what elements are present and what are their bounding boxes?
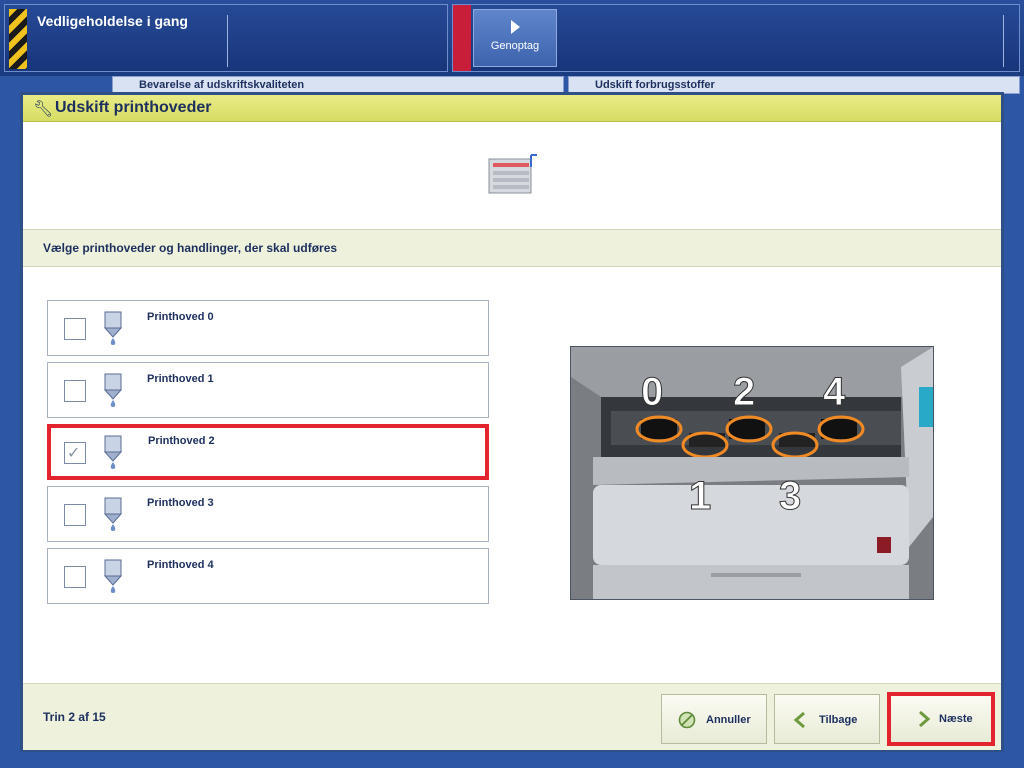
instruction-text: Vælge printhoveder og handlinger, der sk… [43, 241, 338, 255]
tab-replace-consumables-label: Udskift forbrugsstoffer [595, 79, 715, 91]
photo-label-1: 1 [689, 474, 711, 518]
printhead-row-0[interactable]: Printhoved 0 [47, 300, 489, 356]
printhead-icon [103, 373, 123, 407]
printhead-0-checkbox[interactable] [64, 318, 86, 340]
status-text: Vedligeholdelse i gang [37, 13, 188, 29]
photo-label-4: 4 [823, 370, 846, 414]
printhead-0-label: Printhoved 0 [147, 311, 214, 323]
printhead-row-3[interactable]: Printhoved 3 [47, 486, 489, 542]
divider [227, 15, 228, 67]
cancel-button[interactable]: Annuller [661, 694, 767, 744]
dialog-title: Udskift printhoveder [55, 99, 212, 116]
back-button[interactable]: Tilbage [774, 694, 880, 744]
chevron-left-icon [793, 711, 805, 729]
printhead-row-1[interactable]: Printhoved 1 [47, 362, 489, 418]
printhead-2-checkbox[interactable]: ✓ [64, 442, 86, 464]
maintenance-status-panel: Vedligeholdelse i gang [4, 4, 448, 72]
dialog-footer: Trin 2 af 15 Annuller Tilbage Næste [23, 683, 1001, 750]
photo-label-2: 2 [733, 370, 755, 414]
printhead-icon [103, 559, 123, 593]
step-indicator: Trin 2 af 15 [43, 710, 106, 724]
next-button[interactable]: Næste [887, 692, 995, 746]
printhead-icon [103, 497, 123, 531]
chevron-right-icon [919, 710, 931, 728]
dialog-title-bar: 🔧︎ Udskift printhoveder [23, 95, 1001, 122]
printer-illustration: 0 2 4 1 3 [571, 347, 933, 599]
replace-printheads-dialog: 🔧︎ Udskift printhoveder Vælge printhoved… [20, 92, 1004, 752]
checkmark-icon: ✓ [67, 445, 81, 462]
photo-label-3: 3 [779, 474, 801, 518]
printhead-row-2[interactable]: ✓ Printhoved 2 [47, 424, 489, 480]
tab-print-quality-label: Bevarelse af udskriftskvaliteten [139, 79, 305, 91]
back-label: Tilbage [819, 714, 858, 726]
printhead-location-image: 0 2 4 1 3 [570, 346, 934, 600]
divider [1003, 15, 1004, 67]
job-status-indicator [453, 5, 471, 71]
printhead-4-checkbox[interactable] [64, 566, 86, 588]
printhead-icon [103, 435, 123, 469]
printhead-1-label: Printhoved 1 [147, 373, 214, 385]
cancel-label: Annuller [706, 714, 751, 726]
job-panel: Genoptag [452, 4, 1020, 72]
wrench-icon: 🔧︎ [33, 101, 54, 118]
printhead-2-label: Printhoved 2 [148, 435, 215, 447]
printhead-4-label: Printhoved 4 [147, 559, 214, 571]
printhead-3-checkbox[interactable] [64, 504, 86, 526]
resume-button[interactable]: Genoptag [473, 9, 557, 67]
hazard-stripe-icon [9, 9, 27, 69]
printhead-3-label: Printhoved 3 [147, 497, 214, 509]
printhead-icon [103, 311, 123, 345]
play-icon [510, 20, 520, 34]
cancel-icon [678, 711, 696, 729]
top-status-bar: Vedligeholdelse i gang Genoptag [0, 0, 1024, 76]
instruction-bar: Vælge printhoveder og handlinger, der sk… [23, 229, 1001, 267]
printer-icon [488, 154, 537, 194]
next-label: Næste [939, 713, 973, 725]
photo-label-0: 0 [641, 370, 663, 414]
printhead-1-checkbox[interactable] [64, 380, 86, 402]
printhead-row-4[interactable]: Printhoved 4 [47, 548, 489, 604]
resume-label: Genoptag [490, 40, 540, 52]
